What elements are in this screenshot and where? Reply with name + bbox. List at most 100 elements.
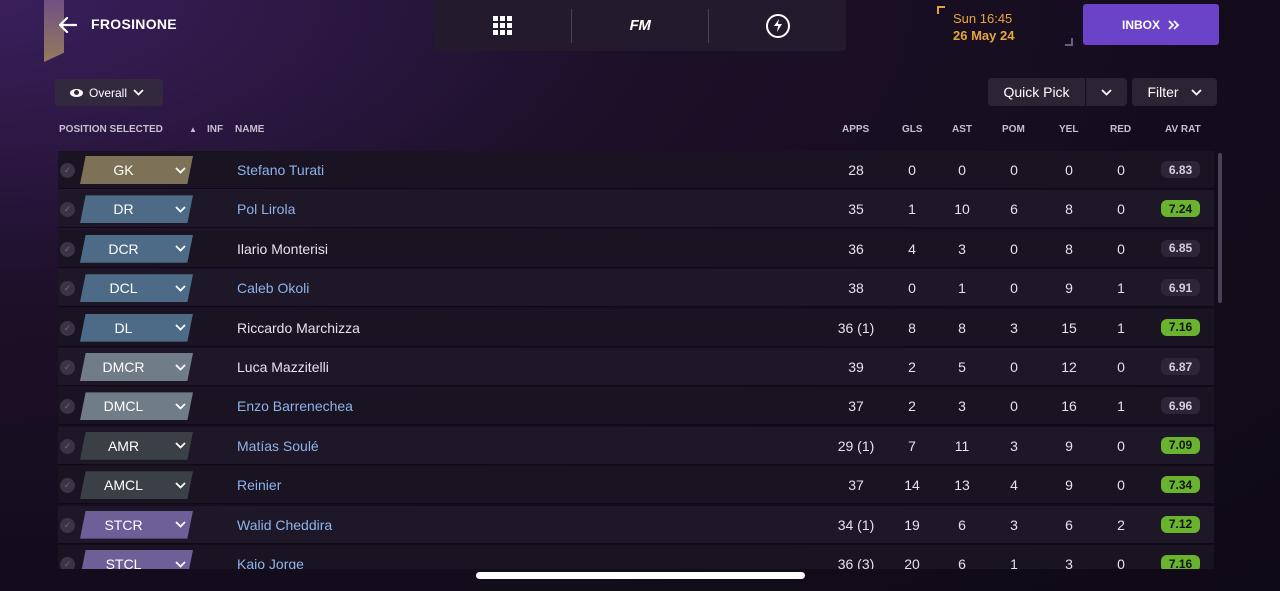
stat-red: 0 xyxy=(1117,240,1125,257)
column-header-position[interactable]: POSITION SELECTED xyxy=(59,124,163,135)
select-check-icon[interactable]: ✓ xyxy=(60,281,75,297)
player-name[interactable]: Kaio Jorge xyxy=(237,556,304,569)
inbox-button[interactable]: INBOX xyxy=(1083,4,1219,45)
select-check-icon[interactable]: ✓ xyxy=(60,163,75,178)
table-row[interactable]: ✓ GK Stefano Turati 28 0 0 0 0 0 6.83 xyxy=(58,151,1214,189)
player-name[interactable]: Reinier xyxy=(237,477,281,493)
scrollbar[interactable] xyxy=(1218,153,1222,303)
table-row[interactable]: ✓ STCL Kaio Jorge 36 (3) 20 6 1 3 0 7.16 xyxy=(58,545,1214,569)
stat-apps: 34 (1) xyxy=(837,516,875,533)
select-check-icon[interactable]: ✓ xyxy=(60,320,75,336)
player-name[interactable]: Matías Soulé xyxy=(237,438,319,454)
stat-red: 0 xyxy=(1117,437,1125,454)
table-row[interactable]: ✓ AMCL Reinier 37 14 13 4 9 0 7.34 xyxy=(58,466,1214,505)
select-check-icon[interactable]: ✓ xyxy=(60,399,75,415)
chevron-down-icon xyxy=(167,560,193,568)
player-name[interactable]: Enzo Barrenechea xyxy=(237,398,353,414)
inbox-label: INBOX xyxy=(1121,17,1160,32)
stat-ast: 0 xyxy=(958,162,966,178)
stat-ast: 10 xyxy=(954,201,970,218)
game-time: Sun 16:45 xyxy=(953,11,1013,26)
position-label: DMCR xyxy=(102,359,145,375)
player-name[interactable]: Walid Cheddira xyxy=(237,517,332,533)
stat-gls: 0 xyxy=(908,162,916,178)
position-selector[interactable]: DL xyxy=(80,313,193,342)
position-selector[interactable]: DCL xyxy=(80,274,193,303)
table-row[interactable]: ✓ DMCR Luca Mazzitelli 39 2 5 0 12 0 6.87 xyxy=(58,348,1214,386)
select-check-icon[interactable]: ✓ xyxy=(60,438,75,454)
column-header-yel[interactable]: YEL xyxy=(1059,124,1078,135)
select-check-icon[interactable]: ✓ xyxy=(60,517,75,533)
quick-pick-dropdown[interactable] xyxy=(1086,78,1127,106)
stat-apps: 38 xyxy=(848,280,864,297)
table-row[interactable]: ✓ AMR Matías Soulé 29 (1) 7 11 3 9 0 7.09 xyxy=(58,426,1214,465)
table-row[interactable]: ✓ DCL Caleb Okoli 38 0 1 0 9 1 6.91 xyxy=(58,269,1214,308)
position-selector[interactable]: STCL xyxy=(80,550,193,569)
table-row[interactable]: ✓ DR Pol Lirola 35 1 10 6 8 0 7.24 xyxy=(58,190,1214,229)
player-name[interactable]: Caleb Okoli xyxy=(237,280,309,296)
position-selector[interactable]: DCR xyxy=(80,234,193,263)
position-selector[interactable]: DMCR xyxy=(80,353,193,381)
chevron-down-icon xyxy=(167,482,193,489)
table-row[interactable]: ✓ DL Riccardo Marchizza 36 (1) 8 8 3 15 1 7.1… xyxy=(58,308,1214,347)
main-navigation: FM xyxy=(434,0,846,51)
stat-pom: 3 xyxy=(1010,437,1018,454)
lightning-icon xyxy=(765,13,790,38)
position-selector[interactable]: DMCL xyxy=(80,392,193,421)
position-label: DMCL xyxy=(103,398,144,415)
column-header-av-rat[interactable]: AV RAT xyxy=(1165,124,1201,135)
quick-pick-button[interactable]: Quick Pick xyxy=(988,78,1085,106)
stat-red: 1 xyxy=(1117,319,1125,336)
stat-red: 0 xyxy=(1117,556,1125,569)
stat-ast: 6 xyxy=(958,516,966,533)
sort-ascending-icon[interactable]: ▲ xyxy=(185,124,197,135)
player-name[interactable]: Riccardo Marchizza xyxy=(237,320,360,336)
chevron-down-icon xyxy=(167,324,193,331)
home-indicator[interactable] xyxy=(476,572,805,579)
column-header-red[interactable]: RED xyxy=(1110,124,1131,135)
position-label: GK xyxy=(113,162,134,178)
stat-yel: 6 xyxy=(1065,516,1073,533)
table-row[interactable]: ✓ DMCL Enzo Barrenechea 37 2 3 0 16 1 6.96 xyxy=(58,387,1214,426)
position-label: STCR xyxy=(104,516,143,533)
position-selector[interactable]: DR xyxy=(80,195,193,224)
menu-grid-button[interactable] xyxy=(434,0,571,51)
stat-ast: 5 xyxy=(958,359,966,375)
column-header-gls[interactable]: GLS xyxy=(902,124,923,135)
column-header-inf[interactable]: INF xyxy=(207,124,223,135)
position-selector[interactable]: GK xyxy=(80,156,193,184)
quick-action-button[interactable] xyxy=(709,0,846,51)
view-selector[interactable]: Overall xyxy=(55,79,163,106)
column-header-ast[interactable]: AST xyxy=(952,124,972,135)
chevron-down-icon xyxy=(167,166,193,174)
player-name[interactable]: Ilario Monterisi xyxy=(237,241,328,257)
position-selector[interactable]: AMCL xyxy=(80,471,193,500)
stat-gls: 0 xyxy=(908,280,916,297)
select-check-icon[interactable]: ✓ xyxy=(60,202,75,218)
player-name[interactable]: Pol Lirola xyxy=(237,201,295,217)
column-header-pom[interactable]: POM xyxy=(1002,124,1025,135)
stat-pom: 3 xyxy=(1010,319,1018,336)
select-check-icon[interactable]: ✓ xyxy=(60,360,75,375)
table-row[interactable]: ✓ DCR Ilario Monterisi 36 4 3 0 8 0 6.85 xyxy=(58,229,1214,268)
column-header-name[interactable]: NAME xyxy=(235,124,264,135)
position-selector[interactable]: AMR xyxy=(80,431,193,460)
chevron-down-icon xyxy=(167,403,193,410)
back-arrow-icon[interactable] xyxy=(56,12,80,38)
stat-pom: 3 xyxy=(1010,516,1018,533)
player-name[interactable]: Stefano Turati xyxy=(237,162,324,178)
select-check-icon[interactable]: ✓ xyxy=(60,241,75,257)
player-name[interactable]: Luca Mazzitelli xyxy=(237,359,329,375)
stat-gls: 2 xyxy=(908,359,916,375)
position-selector[interactable]: STCR xyxy=(80,510,193,539)
table-row[interactable]: ✓ STCR Walid Cheddira 34 (1) 19 6 3 6 2 7.12 xyxy=(58,505,1214,544)
select-check-icon[interactable]: ✓ xyxy=(60,478,75,494)
game-date[interactable]: Sun 16:45 26 May 24 xyxy=(937,6,1073,46)
fm-home-button[interactable]: FM xyxy=(572,0,709,51)
filter-button[interactable]: Filter xyxy=(1132,78,1217,106)
select-check-icon[interactable]: ✓ xyxy=(60,557,75,569)
club-name[interactable]: FROSINONE xyxy=(91,16,177,32)
column-header-apps[interactable]: APPS xyxy=(842,124,869,135)
stat-ast: 11 xyxy=(954,437,970,454)
stat-apps: 28 xyxy=(848,162,864,178)
